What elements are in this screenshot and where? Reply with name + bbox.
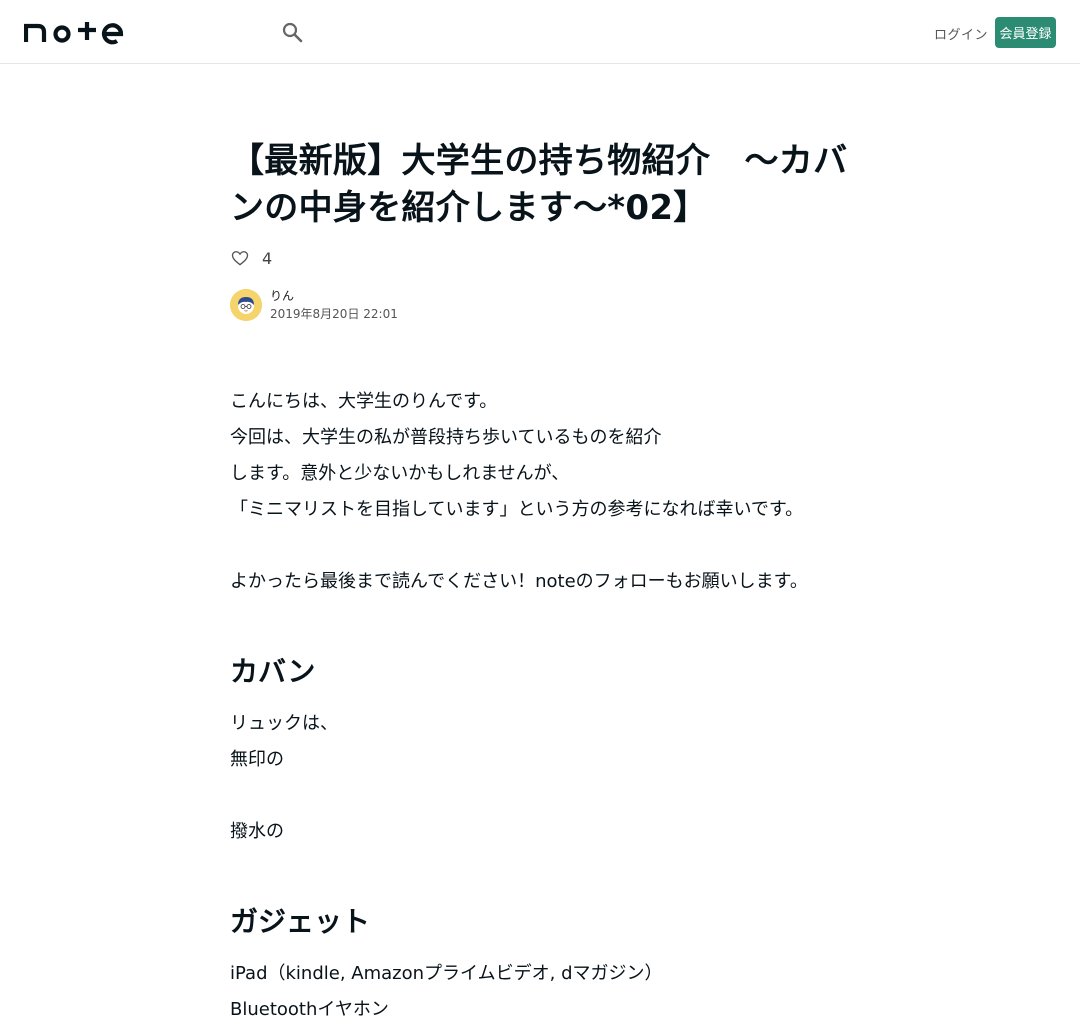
search-icon — [282, 22, 303, 43]
body-paragraph: します。意外と少ないかもしれませんが、 — [230, 463, 570, 484]
body-paragraph: よかったら最後まで読んでください！noteのフォローもお願いします。 — [230, 571, 808, 592]
note-logo[interactable] — [24, 18, 124, 46]
body-paragraph: こんにちは、大学生のりんです。 — [230, 391, 498, 412]
post-date: 2019年8月20日 22:01 — [270, 307, 398, 321]
login-link[interactable]: ログイン — [934, 24, 988, 43]
article-body: こんにちは、大学生のりんです。 今回は、大学生の私が普段持ち歩いているものを紹介… — [230, 384, 850, 1028]
like-count: 4 — [262, 248, 273, 268]
author-name[interactable]: りん — [270, 288, 398, 304]
body-paragraph: iPad（kindle, Amazonプライムビデオ, dマガジン） — [230, 963, 663, 984]
section-heading-bag: カバン — [230, 655, 316, 688]
search-button[interactable] — [280, 20, 304, 44]
body-paragraph: 今回は、大学生の私が普段持ち歩いているものを紹介 — [230, 427, 662, 448]
site-header: ログイン 会員登録 — [0, 0, 1080, 64]
body-paragraph: リュックは、 — [230, 713, 338, 734]
body-paragraph: 「ミニマリストを目指しています」という方の参考になれば幸いです。 — [230, 499, 804, 520]
avatar[interactable] — [230, 289, 262, 321]
article-title: 【最新版】大学生の持ち物紹介 〜カバンの中身を紹介します〜*02】 — [230, 141, 848, 228]
author-meta: りん 2019年8月20日 22:01 — [270, 288, 398, 322]
author-block: りん 2019年8月20日 22:01 — [230, 288, 850, 322]
body-paragraph: 無印の — [230, 749, 284, 770]
body-paragraph: Bluetoothイヤホン — [230, 999, 389, 1020]
signup-button[interactable]: 会員登録 — [995, 17, 1056, 48]
article: 【最新版】大学生の持ち物紹介 〜カバンの中身を紹介します〜*02】 4 りん 2… — [230, 138, 850, 1028]
section-heading-gadgets: ガジェット — [230, 905, 371, 938]
like-row: 4 — [230, 246, 850, 270]
heart-icon[interactable] — [230, 248, 250, 268]
avatar-illustration — [230, 289, 262, 321]
body-paragraph: 撥水の — [230, 821, 284, 842]
